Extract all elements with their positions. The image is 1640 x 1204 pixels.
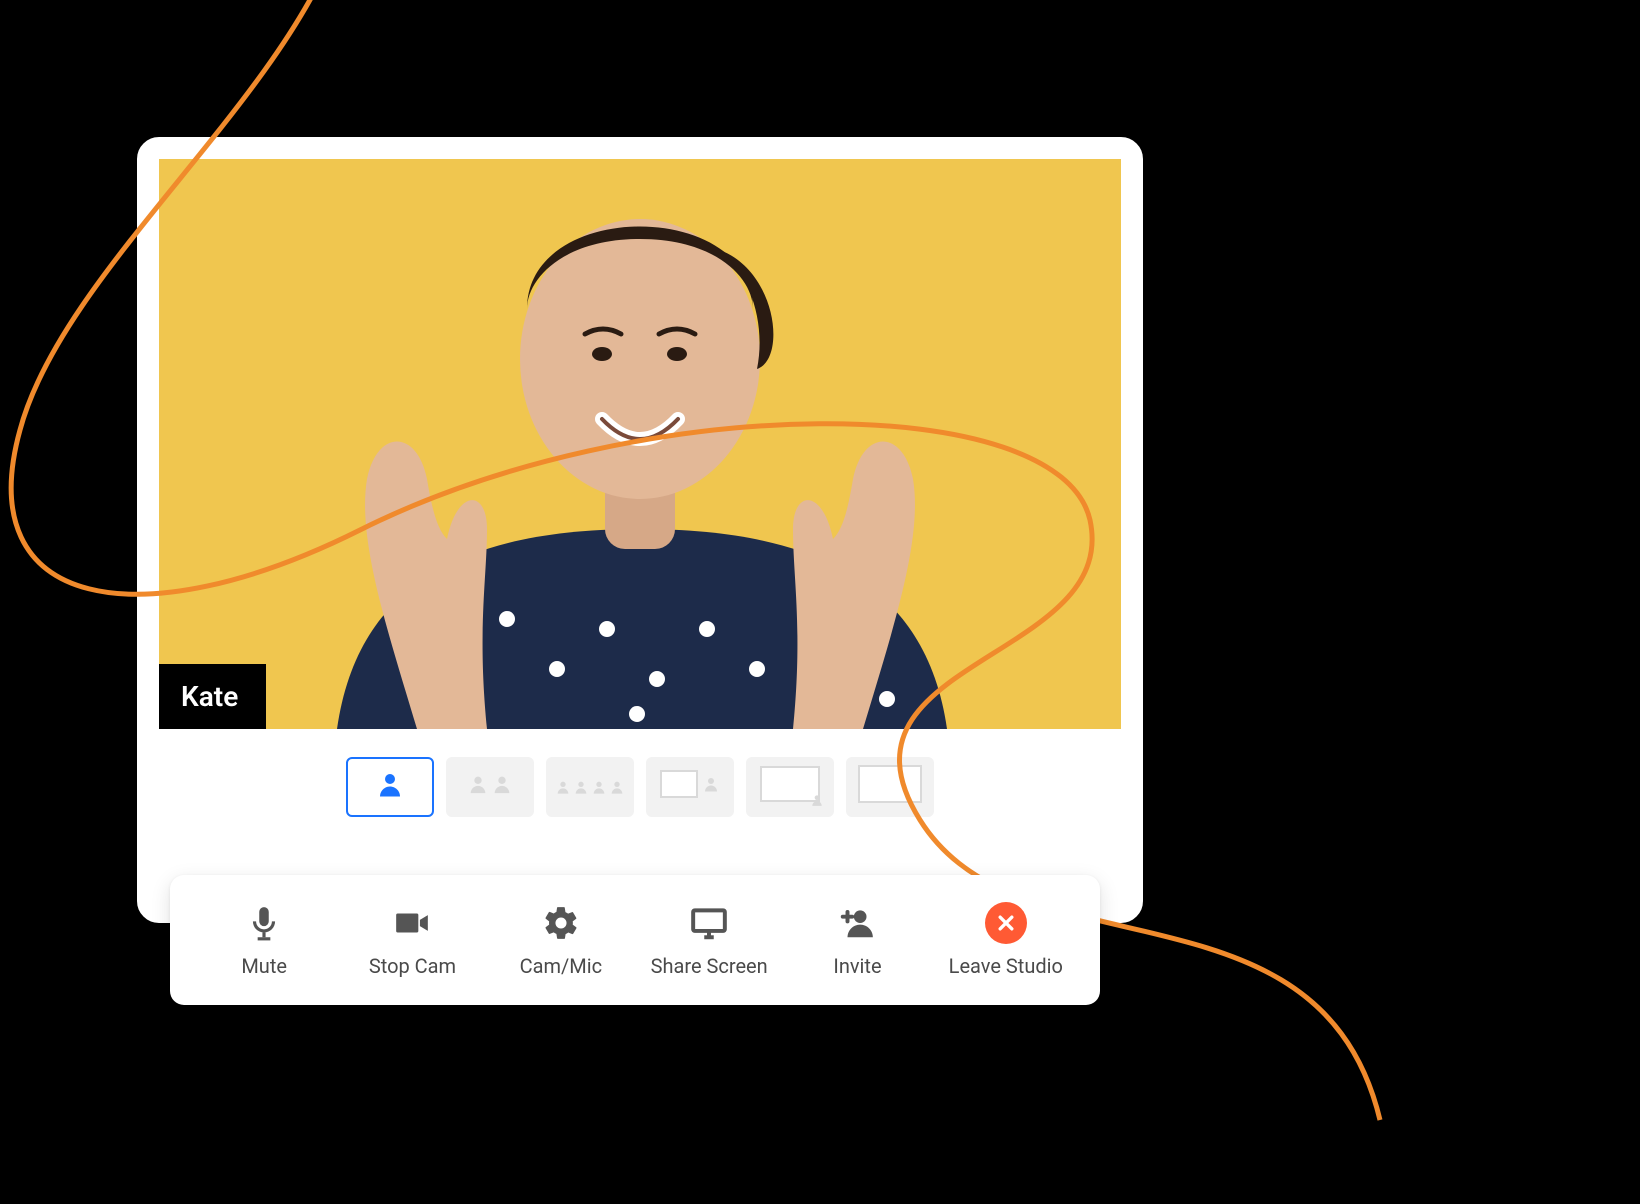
- layout-screen-with-speaker[interactable]: [646, 757, 734, 817]
- share-screen-label: Share Screen: [651, 954, 768, 978]
- monitor-icon: [688, 902, 730, 944]
- cam-mic-label: Cam/Mic: [520, 954, 602, 978]
- invite-button[interactable]: Invite: [797, 902, 917, 978]
- close-icon: [985, 902, 1027, 944]
- layout-four[interactable]: [546, 757, 634, 817]
- add-user-icon: [836, 902, 878, 944]
- cam-mic-button[interactable]: Cam/Mic: [501, 902, 621, 978]
- layout-screen-only[interactable]: [846, 757, 934, 817]
- mute-label: Mute: [241, 954, 287, 978]
- video-feed: Kate: [159, 159, 1121, 729]
- participant-video: [159, 159, 1121, 729]
- share-screen-button[interactable]: Share Screen: [649, 902, 769, 978]
- invite-label: Invite: [833, 954, 881, 978]
- participant-name: Kate: [181, 680, 238, 713]
- studio-window: Kate: [135, 135, 1145, 925]
- layout-picker: [137, 757, 1143, 817]
- microphone-icon: [243, 902, 285, 944]
- stop-cam-label: Stop Cam: [369, 954, 456, 978]
- leave-studio-label: Leave Studio: [949, 954, 1063, 978]
- control-bar: Mute Stop Cam Cam/Mic Share Screen Invit…: [170, 875, 1100, 1005]
- layout-two[interactable]: [446, 757, 534, 817]
- video-camera-icon: [391, 902, 433, 944]
- layout-solo[interactable]: [346, 757, 434, 817]
- gear-icon: [540, 902, 582, 944]
- mute-button[interactable]: Mute: [204, 902, 324, 978]
- layout-screen-small-speaker[interactable]: [746, 757, 834, 817]
- participant-name-tag: Kate: [159, 664, 266, 729]
- leave-studio-button[interactable]: Leave Studio: [946, 902, 1066, 978]
- stop-cam-button[interactable]: Stop Cam: [352, 902, 472, 978]
